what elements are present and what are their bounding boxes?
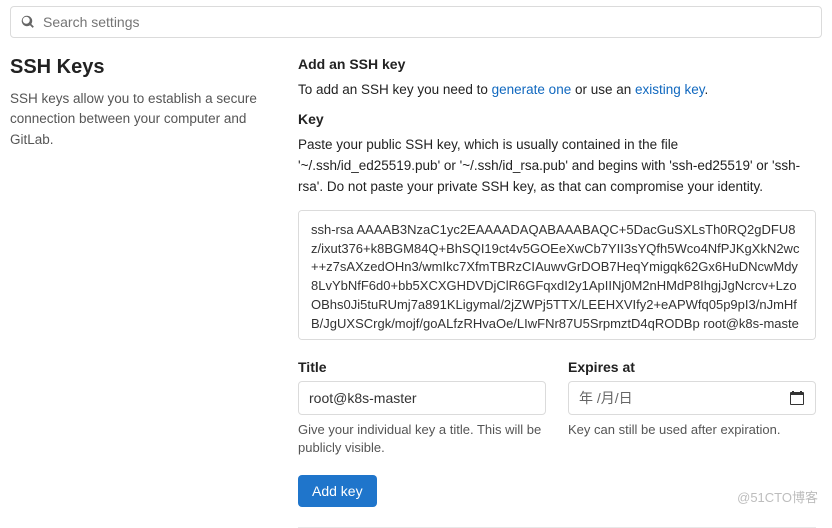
expires-column: Expires at 年 /月/日 Key can still be used … — [568, 359, 816, 457]
title-expires-row: Title Give your individual key a title. … — [298, 359, 816, 457]
existing-key-link[interactable]: existing key — [635, 82, 705, 97]
expires-label: Expires at — [568, 359, 816, 375]
title-column: Title Give your individual key a title. … — [298, 359, 546, 457]
search-settings-wrap — [0, 0, 832, 38]
left-panel: SSH Keys SSH keys allow you to establish… — [10, 56, 270, 528]
search-settings[interactable] — [10, 6, 822, 38]
title-hint: Give your individual key a title. This w… — [298, 421, 546, 457]
ssh-key-textarea[interactable] — [298, 210, 816, 340]
title-label: Title — [298, 359, 546, 375]
add-key-heading: Add an SSH key — [298, 56, 816, 72]
page-title: SSH Keys — [10, 56, 270, 79]
add-key-desc-mid: or use an — [571, 82, 635, 97]
add-key-desc: To add an SSH key you need to generate o… — [298, 82, 816, 97]
generate-one-link[interactable]: generate one — [492, 82, 572, 97]
add-key-desc-post: . — [705, 82, 709, 97]
calendar-icon — [789, 390, 805, 406]
right-panel: Add an SSH key To add an SSH key you nee… — [298, 56, 822, 528]
page-subtitle: SSH keys allow you to establish a secure… — [10, 89, 270, 150]
expires-input[interactable]: 年 /月/日 — [568, 381, 816, 415]
watermark: @51CTO博客 — [737, 487, 818, 506]
add-key-button[interactable]: Add key — [298, 475, 377, 507]
expires-hint: Key can still be used after expiration. — [568, 421, 816, 439]
expires-placeholder: 年 /月/日 — [579, 388, 633, 408]
search-settings-input[interactable] — [43, 14, 811, 30]
title-input[interactable] — [298, 381, 546, 415]
add-key-desc-pre: To add an SSH key you need to — [298, 82, 492, 97]
key-help-text: Paste your public SSH key, which is usua… — [298, 135, 816, 198]
search-icon — [21, 15, 35, 29]
page-layout: SSH Keys SSH keys allow you to establish… — [0, 38, 832, 528]
key-label: Key — [298, 111, 816, 127]
